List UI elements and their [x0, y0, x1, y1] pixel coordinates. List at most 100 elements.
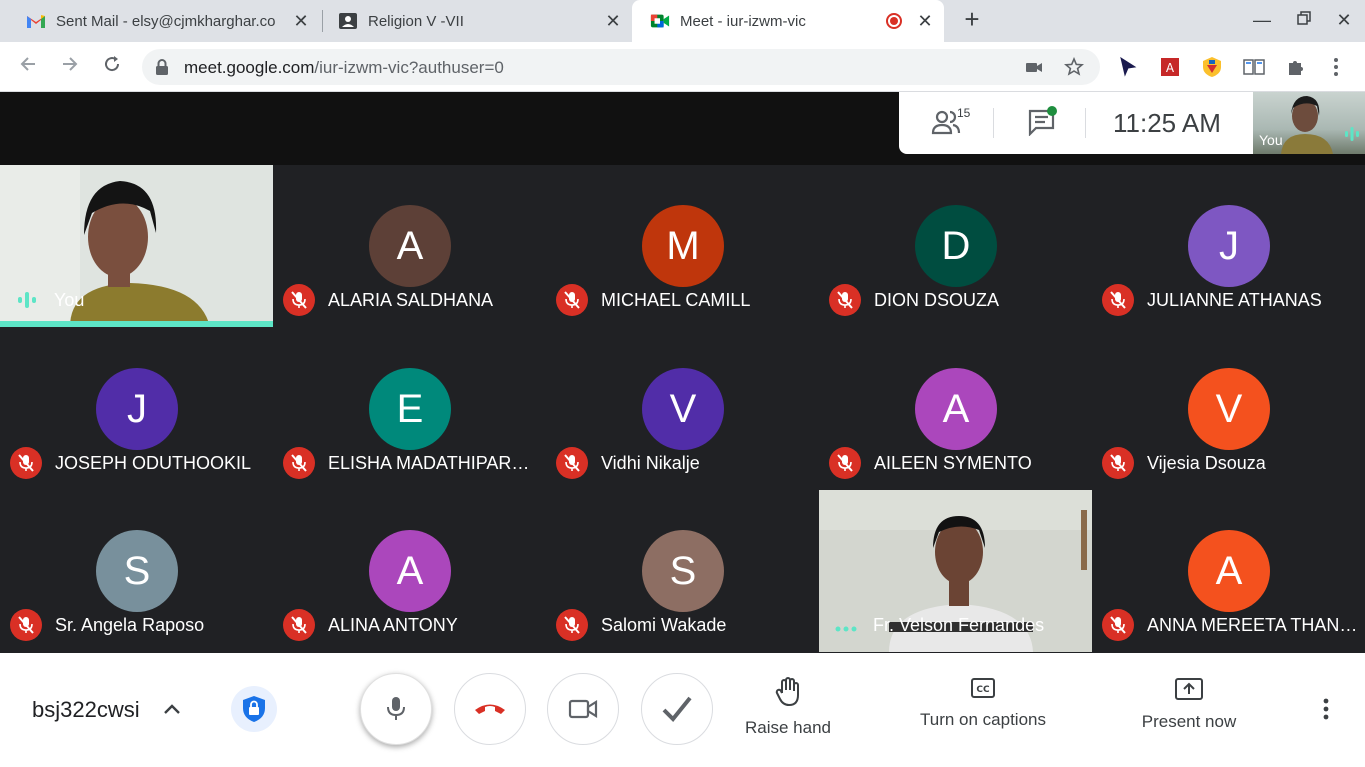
nameplate: JULIANNE ATHANAS [1102, 284, 1360, 316]
nameplate: ALARIA SALDHANA [283, 284, 541, 316]
mic-off-icon [283, 447, 315, 479]
microphone-icon [387, 697, 405, 720]
classroom-icon [338, 11, 358, 31]
participant-tile[interactable]: E ELISHA MADATHIPARAMBIL [273, 328, 546, 490]
meeting-controls-bar: bsj322cwsi Raise hand CC Turn on caption… [0, 653, 1365, 767]
checkmark-icon [662, 696, 692, 722]
participant-name: DION DSOUZA [874, 289, 1000, 310]
participant-tile[interactable]: A ALINA ANTONY [273, 490, 546, 652]
nameplate: JOSEPH ODUTHOOKIL [10, 447, 268, 479]
active-speaker-indicator [0, 321, 273, 327]
participant-name: AILEEN SYMENTO [874, 452, 1032, 473]
divider [993, 108, 994, 138]
cursor-extension-icon[interactable] [1116, 55, 1140, 79]
participant-tile-video[interactable]: Fr. Velson Fernandes [819, 490, 1092, 652]
tab-classroom[interactable]: Religion V -VII ✕ [320, 0, 632, 42]
participant-name: Fr. Velson Fernandes [873, 615, 1045, 635]
nameplate: Vijesia Dsouza [1102, 447, 1360, 479]
participant-tile[interactable]: D DION DSOUZA [819, 165, 1092, 327]
participant-name: You [54, 290, 85, 310]
address-bar[interactable]: meet.google.com/iur-izwm-vic?authuser=0 [142, 49, 1100, 85]
self-view-thumbnail[interactable]: You [1253, 92, 1365, 154]
captions-button[interactable]: CC Turn on captions [910, 677, 1056, 730]
mic-off-icon [1102, 447, 1134, 479]
more-options-dots-icon [835, 620, 857, 638]
participant-name: ANNA MEREETA THANIKKAL [1147, 614, 1360, 635]
mic-off-icon [1102, 284, 1134, 316]
participant-name: JOSEPH ODUTHOOKIL [55, 452, 252, 473]
tab-meet[interactable]: Meet - iur-izwm-vic ✕ [632, 0, 944, 42]
reload-icon[interactable] [100, 54, 124, 78]
camera-button[interactable] [547, 673, 619, 745]
chat-notification-dot [1047, 106, 1057, 116]
raise-hand-icon [775, 677, 799, 707]
browser-toolbar: meet.google.com/iur-izwm-vic?authuser=0 … [0, 42, 1365, 92]
participant-tile[interactable]: S Salomi Wakade [546, 490, 819, 652]
chevron-up-icon[interactable] [160, 697, 184, 721]
shield-extension-icon[interactable] [1200, 55, 1224, 79]
present-now-button[interactable]: Present now [1134, 677, 1244, 732]
window-close-icon[interactable]: ✕ [1332, 8, 1356, 32]
present-now-label: Present now [1141, 712, 1237, 731]
attendance-extension-button[interactable] [641, 673, 713, 745]
avatar: A [369, 205, 451, 287]
participant-tile[interactable]: J JOSEPH ODUTHOOKIL [0, 328, 273, 490]
minimize-icon[interactable]: — [1250, 8, 1274, 32]
microphone-button[interactable] [360, 673, 432, 745]
maximize-icon[interactable] [1292, 8, 1316, 32]
avatar: M [642, 205, 724, 287]
new-tab-button[interactable]: + [960, 6, 984, 32]
bookmark-star-icon[interactable] [1063, 56, 1085, 77]
gmail-icon [26, 11, 46, 31]
pdf-extension-icon[interactable]: A [1158, 55, 1182, 79]
participant-tile[interactable]: J JULIANNE ATHANAS [1092, 165, 1365, 327]
participant-name: Salomi Wakade [601, 614, 727, 635]
mic-off-icon [10, 447, 42, 479]
participant-tile[interactable]: V Vijesia Dsouza [1092, 328, 1365, 490]
close-icon[interactable]: ✕ [916, 12, 934, 30]
participant-tile[interactable]: M MICHAEL CAMILL [546, 165, 819, 327]
participant-tile[interactable]: A ANNA MEREETA THANIKKAL [1092, 490, 1365, 652]
mic-off-icon [1102, 609, 1134, 641]
nameplate: MICHAEL CAMILL [556, 284, 814, 316]
avatar: S [96, 530, 178, 612]
mic-off-icon [829, 447, 861, 479]
participant-tile[interactable]: S Sr. Angela Raposo [0, 490, 273, 652]
participant-name: JULIANNE ATHANAS [1147, 289, 1322, 310]
leave-call-button[interactable] [454, 673, 526, 745]
extensions-puzzle-icon[interactable] [1284, 55, 1308, 79]
back-icon[interactable] [16, 54, 40, 78]
participant-tile-self[interactable]: You [0, 165, 273, 327]
participant-grid: You A ALARIA SALDHANA M MICHAEL CAMILL D… [0, 165, 1365, 653]
participant-tile[interactable]: A AILEEN SYMENTO [819, 328, 1092, 490]
recording-icon [886, 13, 902, 29]
participant-tile[interactable]: V Vidhi Nikalje [546, 328, 819, 490]
close-icon[interactable]: ✕ [604, 12, 622, 30]
tab-gmail[interactable]: Sent Mail - elsy@cjmkharghar.co ✕ [8, 0, 320, 42]
browser-menu-icon[interactable] [1324, 55, 1348, 79]
nameplate: Sr. Angela Raposo [10, 609, 268, 641]
present-screen-icon [1175, 678, 1203, 700]
participant-count: 15 [957, 106, 971, 120]
nameplate: ANNA MEREETA THANIKKAL [1102, 609, 1360, 641]
captions-icon: CC [971, 678, 995, 698]
raise-hand-button[interactable]: Raise hand [736, 677, 840, 738]
reader-extension-icon[interactable] [1242, 55, 1266, 79]
camera-indicator-icon[interactable] [1024, 57, 1044, 77]
forward-icon[interactable] [58, 54, 82, 78]
avatar: S [642, 530, 724, 612]
avatar: A [1188, 530, 1270, 612]
nameplate: AILEEN SYMENTO [829, 447, 1087, 479]
host-controls-shield-icon[interactable] [231, 686, 277, 732]
more-options-icon[interactable] [1312, 695, 1340, 723]
lock-icon[interactable] [154, 58, 170, 81]
participant-tile[interactable]: A ALARIA SALDHANA [273, 165, 546, 327]
svg-text:CC: CC [976, 685, 990, 695]
self-video-feed [0, 165, 273, 327]
avatar: J [1188, 205, 1270, 287]
nameplate: Vidhi Nikalje [556, 447, 814, 479]
meeting-clock: 11:25 AM [1113, 108, 1221, 138]
mic-off-icon [556, 447, 588, 479]
close-icon[interactable]: ✕ [292, 12, 310, 30]
nameplate: ELISHA MADATHIPARAMBIL [283, 447, 541, 479]
